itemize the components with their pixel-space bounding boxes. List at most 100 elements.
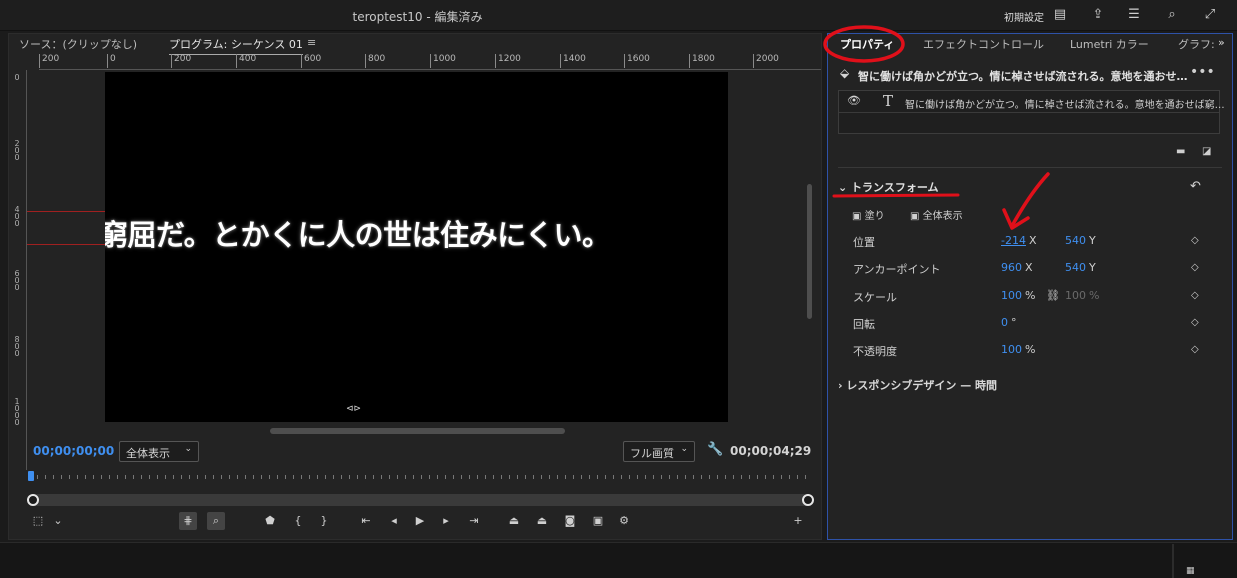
- play-icon[interactable]: ▶: [411, 512, 429, 530]
- position-y-value[interactable]: 540: [1065, 234, 1086, 247]
- vr-icon[interactable]: ⚙: [615, 512, 633, 530]
- keyframe-icon[interactable]: ◇: [1191, 290, 1199, 301]
- opacity-value-number[interactable]: 100: [1001, 343, 1022, 356]
- scale-height-value: 100: [1065, 289, 1086, 302]
- rotation-value-number[interactable]: 0: [1001, 316, 1008, 329]
- ruler-tick: 200: [171, 54, 191, 68]
- caption-text[interactable]: 窮屈だ。とかくに人の世は住みにくい。: [105, 212, 611, 254]
- workspace-label[interactable]: 初期設定: [1004, 9, 1044, 24]
- new-layer-icon[interactable]: ◪: [1202, 146, 1211, 157]
- fullview-label: 全体表示: [922, 211, 963, 222]
- grid-icon[interactable]: ▦: [1186, 566, 1195, 576]
- text-layer-icon: T: [883, 92, 894, 110]
- annotation-circle: [823, 25, 905, 63]
- step-forward-icon[interactable]: ▸: [437, 512, 455, 530]
- unit-label: °: [1011, 316, 1017, 329]
- keyframe-icon[interactable]: ◇: [1191, 262, 1199, 273]
- position-y[interactable]: 540 Y: [1065, 234, 1096, 247]
- anchor-x-value[interactable]: 960: [1001, 261, 1022, 274]
- go-to-in-icon[interactable]: ⇤: [357, 512, 375, 530]
- program-canvas[interactable]: 窮屈だ。とかくに人の世は住みにくい。 ⊲⊳: [105, 72, 728, 422]
- anchor-x[interactable]: 960 X: [1001, 261, 1033, 274]
- quality-select[interactable]: フル画質 ⌄: [623, 441, 695, 462]
- unit-label: X: [1028, 234, 1037, 247]
- ruler-tick: 1600: [624, 54, 650, 68]
- scale-value-number[interactable]: 100: [1001, 289, 1022, 302]
- timecode-current[interactable]: 00;00;00;00: [33, 444, 114, 458]
- divider: [1172, 544, 1174, 578]
- panel-overflow-icon[interactable]: »: [1218, 36, 1225, 49]
- layer-row[interactable]: 👁 T 智に働けば角かどが立つ。情に棹させば流される。意地を通おせば窮…: [839, 91, 1225, 113]
- anchor-y[interactable]: 540 Y: [1065, 261, 1096, 274]
- mark-out-icon[interactable]: }: [315, 512, 333, 530]
- extract-icon[interactable]: ⏏: [533, 512, 551, 530]
- eye-icon[interactable]: 👁: [847, 94, 861, 107]
- ruler-tick: 1000: [430, 54, 456, 68]
- camera-icon[interactable]: ◙: [561, 512, 579, 530]
- mark-in-icon[interactable]: {: [289, 512, 307, 530]
- ruler-tick: 8 0 0: [14, 335, 20, 358]
- add-marker-icon[interactable]: ⬟: [261, 512, 279, 530]
- scale-label: スケール: [853, 291, 897, 304]
- title-bar: teroptest10 - 編集済み 初期設定 ▤ ⇪ ☰ ⌕ ⤢: [0, 0, 1237, 31]
- link-icon[interactable]: ⛓: [1046, 289, 1060, 302]
- playhead[interactable]: [28, 471, 34, 481]
- lift-icon[interactable]: ⏏: [505, 512, 523, 530]
- anchor-y-value[interactable]: 540: [1065, 261, 1086, 274]
- share-icon[interactable]: ⇪: [1090, 7, 1106, 23]
- zoom-select[interactable]: 全体表示 ⌄: [119, 441, 199, 462]
- position-x[interactable]: -214 X: [1001, 234, 1037, 247]
- zoom-handle-right[interactable]: [802, 494, 814, 506]
- horizontal-scrollbar[interactable]: [270, 428, 565, 434]
- fullscreen-icon[interactable]: ⤢: [1202, 7, 1218, 23]
- position-x-value[interactable]: -214: [1001, 234, 1026, 247]
- tab-menu-icon[interactable]: ≡: [307, 36, 316, 49]
- search-icon[interactable]: ⌕: [1164, 7, 1180, 23]
- reset-icon[interactable]: ↶: [1190, 179, 1201, 194]
- comparison-view-icon[interactable]: ▣: [589, 512, 607, 530]
- window-title: teroptest10 - 編集済み: [352, 10, 483, 24]
- ruler-tick: 1 0 0 0: [14, 397, 20, 427]
- safe-margins-icon[interactable]: ⬚: [29, 512, 47, 530]
- position-label: 位置: [853, 236, 875, 249]
- keyframe-icon[interactable]: ◇: [1191, 344, 1199, 355]
- vertical-scrollbar[interactable]: [807, 184, 812, 319]
- wrench-icon[interactable]: 🔧: [707, 442, 723, 457]
- ruler-tick: 1400: [560, 54, 586, 68]
- more-options-icon[interactable]: •••: [1190, 64, 1215, 80]
- unit-label: Y: [1089, 261, 1096, 274]
- tab-source[interactable]: ソース：(クリップなし): [19, 36, 137, 52]
- zoom-handle-left[interactable]: [27, 494, 39, 506]
- zoom-scrollbar[interactable]: [29, 494, 811, 506]
- unit-label: Y: [1089, 234, 1096, 247]
- opacity-value[interactable]: 100%: [1001, 343, 1035, 356]
- step-back-icon[interactable]: ◂: [385, 512, 403, 530]
- tab-graphics[interactable]: グラフ:: [1178, 36, 1215, 52]
- folder-icon[interactable]: ▬: [1176, 146, 1185, 157]
- fullview-checkbox[interactable]: ▣ 全体表示: [910, 207, 963, 222]
- zoom-fit-icon[interactable]: ⌕: [207, 512, 225, 530]
- vertical-ruler: 0 2 0 0 4 0 0 6 0 0 8 0 0 1 0 0 0: [11, 70, 27, 470]
- panel-icon[interactable]: ▤: [1052, 7, 1068, 23]
- object-title: 智に働けば角かどが立つ。情に棹させば流される。意地を通おせ…: [858, 70, 1188, 83]
- annotation-arrow: [1002, 172, 1050, 230]
- chevron-down-icon[interactable]: ⌄: [49, 512, 67, 530]
- scale-value[interactable]: 100%: [1001, 289, 1035, 302]
- keyframe-icon[interactable]: ◇: [1191, 235, 1199, 246]
- responsive-design-section-header[interactable]: › レスポンシブデザイン — 時間: [838, 377, 997, 393]
- settings-menu-icon[interactable]: ☰: [1126, 7, 1142, 23]
- anchor-point-icon[interactable]: ⊲⊳: [346, 404, 361, 414]
- go-to-out-icon[interactable]: ⇥: [465, 512, 483, 530]
- rotation-value[interactable]: 0 °: [1001, 316, 1017, 329]
- fill-label: 塗り: [864, 211, 885, 222]
- layer-label: 智に働けば角かどが立つ。情に棹させば流される。意地を通おせば窮…: [905, 100, 1225, 111]
- tab-lumetri-color[interactable]: Lumetri カラー: [1070, 36, 1149, 52]
- tab-program[interactable]: プログラム: シーケンス 01: [169, 36, 303, 55]
- grid-toggle-icon[interactable]: ⋕: [179, 512, 197, 530]
- add-button-icon[interactable]: +: [789, 512, 807, 530]
- rotation-label: 回転: [853, 318, 875, 331]
- time-ruler[interactable]: [29, 472, 811, 482]
- keyframe-icon[interactable]: ◇: [1191, 317, 1199, 328]
- tab-effect-controls[interactable]: エフェクトコントロール: [923, 36, 1044, 52]
- fill-checkbox[interactable]: ▣ 塗り: [852, 207, 885, 222]
